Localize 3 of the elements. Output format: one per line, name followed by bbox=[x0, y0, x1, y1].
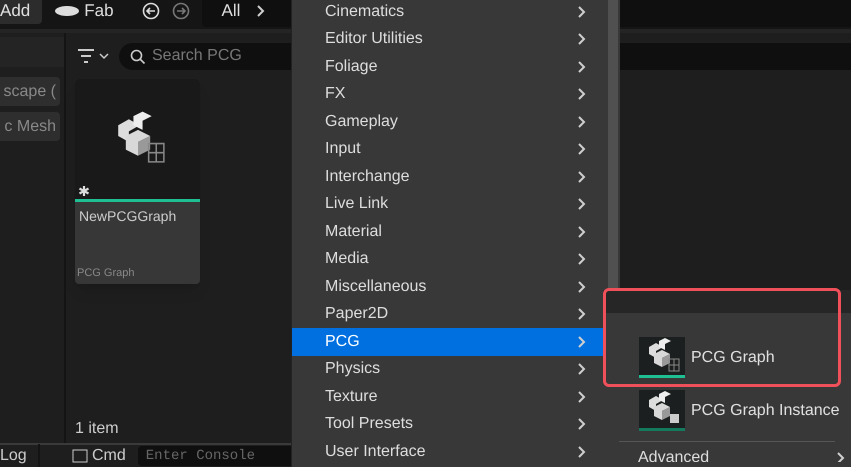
asset-name: NewPCGGraph bbox=[78, 207, 178, 226]
item-count: 1 item bbox=[75, 419, 119, 439]
asset-type: PCG Graph bbox=[76, 266, 136, 280]
